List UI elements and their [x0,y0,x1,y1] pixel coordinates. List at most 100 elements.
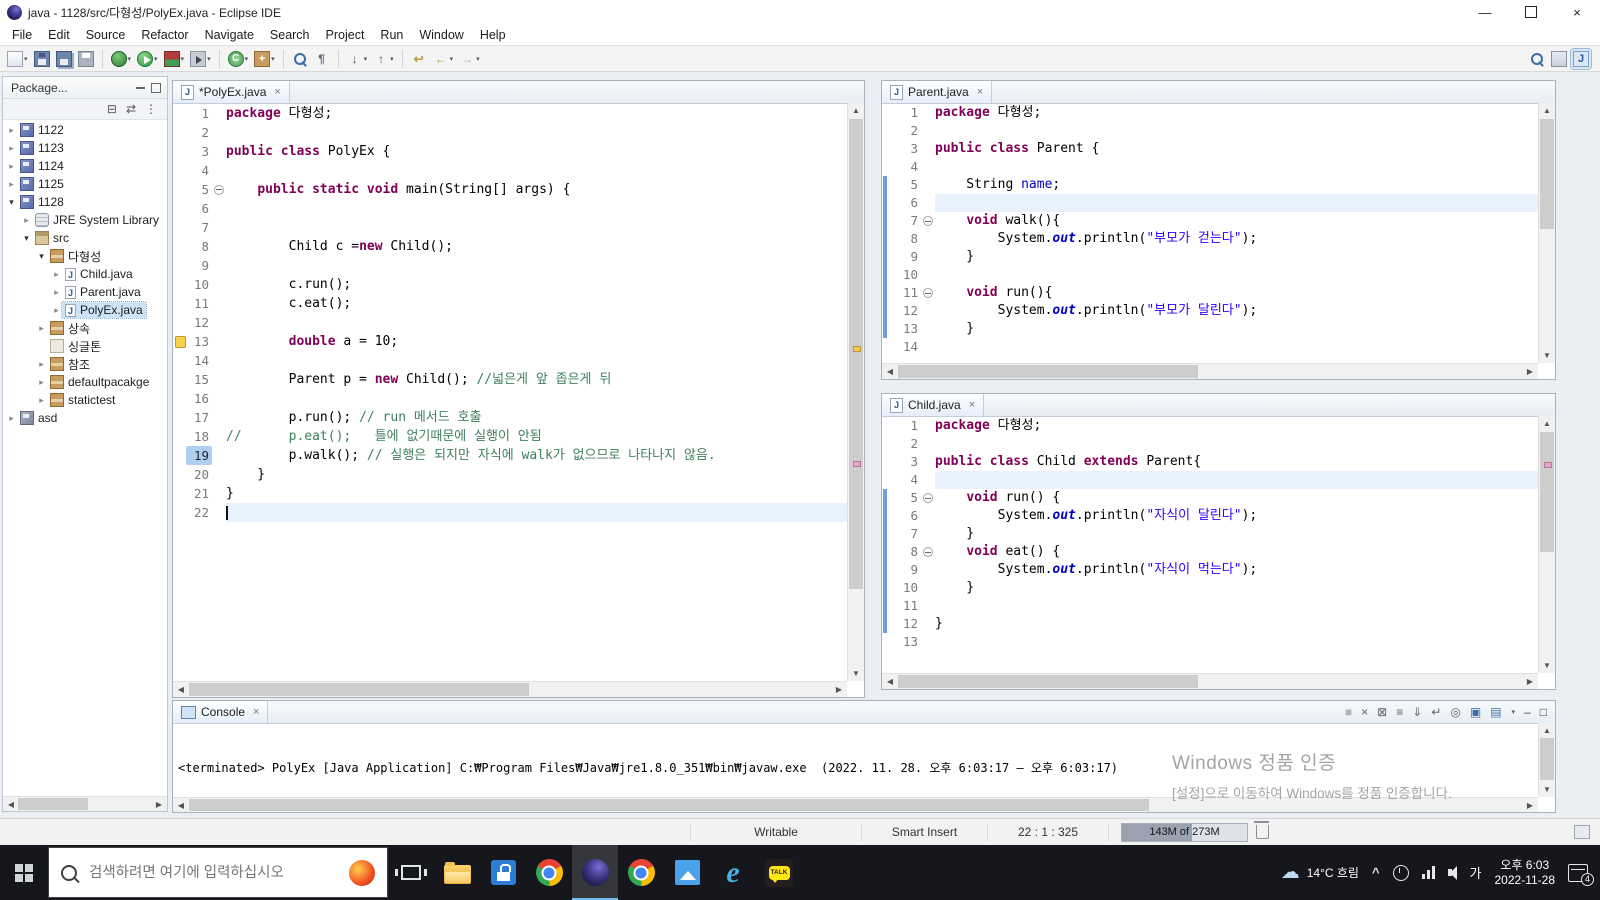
scroll-down-arrow[interactable]: ▼ [1539,658,1555,673]
code-line[interactable]: 4 [173,161,847,180]
code-line[interactable]: 6 System.out.println("자식이 달린다"); [882,507,1538,525]
maximize-button[interactable] [1508,0,1554,24]
ime-korean-indicator[interactable]: 가 [1470,863,1482,882]
expand-arrow-icon[interactable]: ▸ [21,215,32,226]
code-line[interactable]: 5 void run() { [882,489,1538,507]
code-line[interactable]: 13 } [882,320,1538,338]
remove-launch-icon[interactable]: × [1361,706,1368,718]
scroll-up-arrow[interactable]: ▲ [848,103,864,118]
background-progress-icon[interactable] [1574,825,1590,839]
remove-all-launches-icon[interactable]: ⊠ [1377,706,1387,718]
taskbar-search-box[interactable] [48,847,388,898]
code-line[interactable]: 3 public class PolyEx { [173,142,847,161]
code-line[interactable]: 5 public static void main(String[] args)… [173,180,847,199]
code-line[interactable]: 1 package 다형성; [173,104,847,123]
tree-item[interactable]: ▸ 1124 [3,157,167,175]
internet-explorer-taskbar-button[interactable]: e [710,845,756,900]
code-line[interactable]: 7 void walk(){ [882,212,1538,230]
expand-arrow-icon[interactable]: ▸ [36,377,47,388]
clock-tray-icon[interactable] [1392,864,1409,881]
package-explorer-title[interactable]: Package... [7,81,72,95]
fold-collapse-icon[interactable] [923,216,933,226]
menu-help[interactable]: Help [472,26,514,44]
scroll-up-arrow[interactable]: ▲ [1539,723,1555,738]
code-line[interactable]: 1 package 다형성; [882,417,1538,435]
network-icon[interactable] [1421,866,1435,879]
code-line[interactable]: 12 System.out.println("부모가 달린다"); [882,302,1538,320]
scroll-left-arrow[interactable]: ◀ [882,674,898,689]
scroll-right-arrow[interactable]: ▶ [1522,364,1538,379]
scrollbar-thumb[interactable] [1540,432,1554,552]
tree-item[interactable]: ▸ asd [3,409,167,427]
code-line[interactable]: 10 c.run(); [173,275,847,294]
code-line[interactable]: 11 [882,597,1538,615]
new-java-class-button[interactable]: C ▾ [226,49,251,69]
code-line[interactable]: 11 c.eat(); [173,294,847,313]
code-line[interactable]: 1 package 다형성; [882,104,1538,122]
maximize-view-icon[interactable] [151,82,161,93]
code-line[interactable]: 9 [173,256,847,275]
close-button[interactable]: × [1554,0,1600,24]
scroll-left-arrow[interactable]: ◀ [882,364,898,379]
minimize-button[interactable]: — [1462,0,1508,24]
chrome-taskbar-button[interactable] [526,845,572,900]
code-line[interactable]: 7 } [882,525,1538,543]
task-view-taskbar-button[interactable] [388,845,434,900]
scrollbar-thumb[interactable] [189,683,529,696]
scroll-right-arrow[interactable]: ▶ [1522,798,1538,812]
run-button[interactable]: ▾ [135,49,160,69]
search-button[interactable] [1527,49,1547,69]
code-line[interactable]: 4 [882,158,1538,176]
expand-arrow-icon[interactable]: ▾ [36,251,47,262]
code-line[interactable]: 2 [173,123,847,142]
code-line[interactable]: 9 } [882,248,1538,266]
new-java-package-button[interactable]: + ▾ [252,49,277,69]
code-line[interactable]: 7 [173,218,847,237]
tree-item[interactable]: ▸ J Parent.java [3,283,167,301]
scroll-left-arrow[interactable]: ◀ [173,798,189,812]
view-menu-icon[interactable]: ⋮ [145,102,157,116]
scroll-right-arrow[interactable]: ▶ [151,797,167,811]
code-line[interactable]: 11 void run(){ [882,284,1538,302]
minimize-view-icon[interactable] [136,86,145,89]
back-button[interactable]: ← ▾ [431,49,456,69]
file-explorer-taskbar-button[interactable] [434,845,480,900]
code-line[interactable]: 2 [882,122,1538,140]
search-assistant-icon[interactable] [349,859,375,886]
last-edit-location-button[interactable]: ↩ [409,49,429,69]
code-line[interactable]: 14 [882,338,1538,356]
expand-arrow-icon[interactable]: ▾ [6,197,17,208]
fold-collapse-icon[interactable] [923,547,933,557]
tree-item[interactable]: ▸ J Child.java [3,265,167,283]
scrollbar-thumb[interactable] [898,365,1198,378]
save-button[interactable] [32,49,52,69]
menu-navigate[interactable]: Navigate [197,26,262,44]
word-wrap-icon[interactable]: ↵ [1431,706,1441,718]
code-line[interactable]: 8 Child c =new Child(); [173,237,847,256]
tree-item[interactable]: ▸ 1125 [3,175,167,193]
scrollbar-thumb[interactable] [189,799,1149,811]
code-line[interactable]: 22 [173,503,847,522]
code-line[interactable]: 13 [882,633,1538,651]
expand-arrow-icon[interactable]: ▸ [6,413,17,424]
coverage-button[interactable]: ▾ [162,49,187,69]
expand-arrow-icon[interactable]: ▸ [51,287,62,298]
menu-search[interactable]: Search [262,26,318,44]
fold-collapse-icon[interactable] [923,493,933,503]
forward-button[interactable]: → ▾ [457,49,482,69]
code-line[interactable]: 9 System.out.println("자식이 먹는다"); [882,561,1538,579]
code-line[interactable]: 12 [173,313,847,332]
scroll-left-arrow[interactable]: ◀ [173,682,189,697]
scroll-right-arrow[interactable]: ▶ [1522,674,1538,689]
tree-item[interactable]: ▾ 다형성 [3,247,167,265]
tree-item[interactable]: ▸ 1122 [3,121,167,139]
scroll-up-arrow[interactable]: ▲ [1539,416,1555,431]
microsoft-store-taskbar-button[interactable] [480,845,526,900]
menu-run[interactable]: Run [372,26,411,44]
scroll-down-arrow[interactable]: ▼ [848,666,864,681]
expand-arrow-icon[interactable]: ▸ [36,395,47,406]
scrollbar-thumb[interactable] [18,798,88,810]
print-button[interactable] [76,49,96,69]
show-whitespace-button[interactable]: ¶ [312,49,332,69]
clock-widget[interactable]: 오후 6:03 2022-11-28 [1495,858,1556,888]
